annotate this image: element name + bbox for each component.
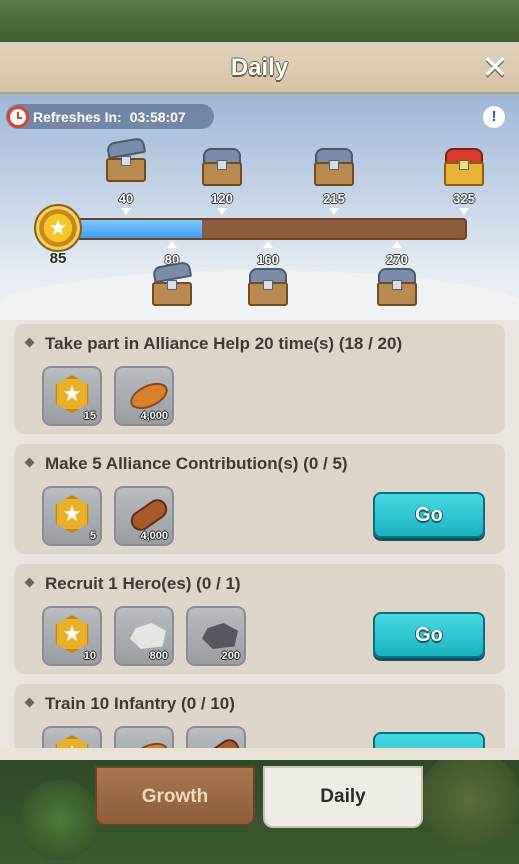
reward-count: 10 — [83, 650, 96, 662]
star-hex-icon: ★ — [55, 735, 89, 748]
milestone-label: 120 — [211, 191, 233, 206]
task-row: Train 10 Infantry (0 / 10) ★ — [14, 684, 505, 748]
progress-fill — [72, 220, 202, 238]
marker-up-icon — [263, 241, 273, 248]
milestone-label: 325 — [453, 191, 475, 206]
reward-count: 5 — [89, 530, 96, 542]
task-row: Take part in Alliance Help 20 time(s) (1… — [14, 324, 505, 434]
marker-down-icon — [121, 208, 131, 215]
points-value: 85 — [49, 250, 67, 267]
tab-growth[interactable]: Growth — [95, 766, 255, 826]
star-hex-icon: ★ — [55, 375, 89, 413]
background-bottom — [0, 760, 519, 864]
task-list[interactable]: Take part in Alliance Help 20 time(s) (1… — [0, 320, 519, 748]
tab-daily[interactable]: Daily — [263, 766, 423, 828]
refresh-time: 03:58:07 — [129, 108, 186, 125]
chest-120[interactable] — [200, 148, 244, 188]
reward-item[interactable]: 200 — [186, 606, 246, 666]
task-title: Make 5 Alliance Contribution(s) (0 / 5) — [45, 454, 348, 473]
bullet-icon — [24, 697, 35, 708]
reward-item[interactable]: ★ 15 — [42, 366, 102, 426]
reward-count: 800 — [149, 650, 168, 662]
reward-track: Refreshes In: 03:58:07 ! 40 120 215 325 … — [0, 94, 519, 320]
reward-count: 4,000 — [140, 530, 168, 542]
bullet-icon — [24, 577, 35, 588]
task-title: Recruit 1 Hero(es) (0 / 1) — [45, 574, 241, 593]
reward-item[interactable] — [186, 726, 246, 748]
background-top — [0, 0, 519, 42]
milestone-label: 270 — [386, 252, 408, 267]
reward-count: 15 — [83, 410, 96, 422]
close-icon[interactable]: ✕ — [481, 51, 509, 83]
chest-325[interactable] — [442, 148, 486, 188]
header: Daily ✕ — [0, 42, 519, 94]
bullet-icon — [24, 457, 35, 468]
refresh-timer: Refreshes In: 03:58:07 — [6, 104, 214, 129]
milestone-label: 40 — [118, 191, 134, 206]
task-row: Make 5 Alliance Contribution(s) (0 / 5) … — [14, 444, 505, 554]
wood-log-icon — [126, 495, 172, 535]
reward-item[interactable]: ★ 10 — [42, 606, 102, 666]
stone-icon — [130, 623, 166, 649]
bullet-icon — [24, 337, 35, 348]
star-icon: ★ — [34, 204, 82, 252]
reward-count: 200 — [221, 650, 240, 662]
marker-down-icon — [459, 208, 469, 215]
task-title: Train 10 Infantry (0 / 10) — [45, 694, 235, 713]
task-row: Recruit 1 Hero(es) (0 / 1) ★ 10 800 200 … — [14, 564, 505, 674]
go-button[interactable]: Go — [373, 612, 485, 658]
info-icon[interactable]: ! — [483, 106, 505, 128]
milestone-label: 160 — [257, 252, 279, 267]
refresh-label: Refreshes In: — [33, 108, 122, 125]
marker-down-icon — [217, 208, 227, 215]
go-button[interactable]: Go — [373, 492, 485, 538]
bread-icon — [126, 377, 172, 415]
milestone-label: 215 — [323, 191, 345, 206]
marker-up-icon — [392, 241, 402, 248]
reward-count: 4,000 — [140, 410, 168, 422]
progress-bar — [70, 218, 467, 240]
wood-log-icon — [198, 735, 244, 748]
bread-icon — [126, 737, 172, 748]
clock-icon — [7, 105, 29, 128]
task-title: Take part in Alliance Help 20 time(s) (1… — [45, 334, 403, 353]
reward-item[interactable]: 4,000 — [114, 366, 174, 426]
reward-item[interactable]: 800 — [114, 606, 174, 666]
reward-item[interactable]: ★ — [42, 726, 102, 748]
chest-270[interactable] — [375, 268, 419, 308]
chest-160[interactable] — [246, 268, 290, 308]
go-button[interactable] — [373, 732, 485, 748]
reward-item[interactable] — [114, 726, 174, 748]
marker-up-icon — [167, 241, 177, 248]
marker-down-icon — [329, 208, 339, 215]
iron-ore-icon — [202, 623, 238, 649]
reward-item[interactable]: 4,000 — [114, 486, 174, 546]
star-hex-icon: ★ — [55, 615, 89, 653]
reward-item[interactable]: ★ 5 — [42, 486, 102, 546]
star-hex-icon: ★ — [55, 495, 89, 533]
chest-40[interactable] — [104, 136, 148, 184]
chest-215[interactable] — [312, 148, 356, 188]
chest-80[interactable] — [150, 260, 194, 308]
page-title: Daily — [230, 54, 289, 81]
